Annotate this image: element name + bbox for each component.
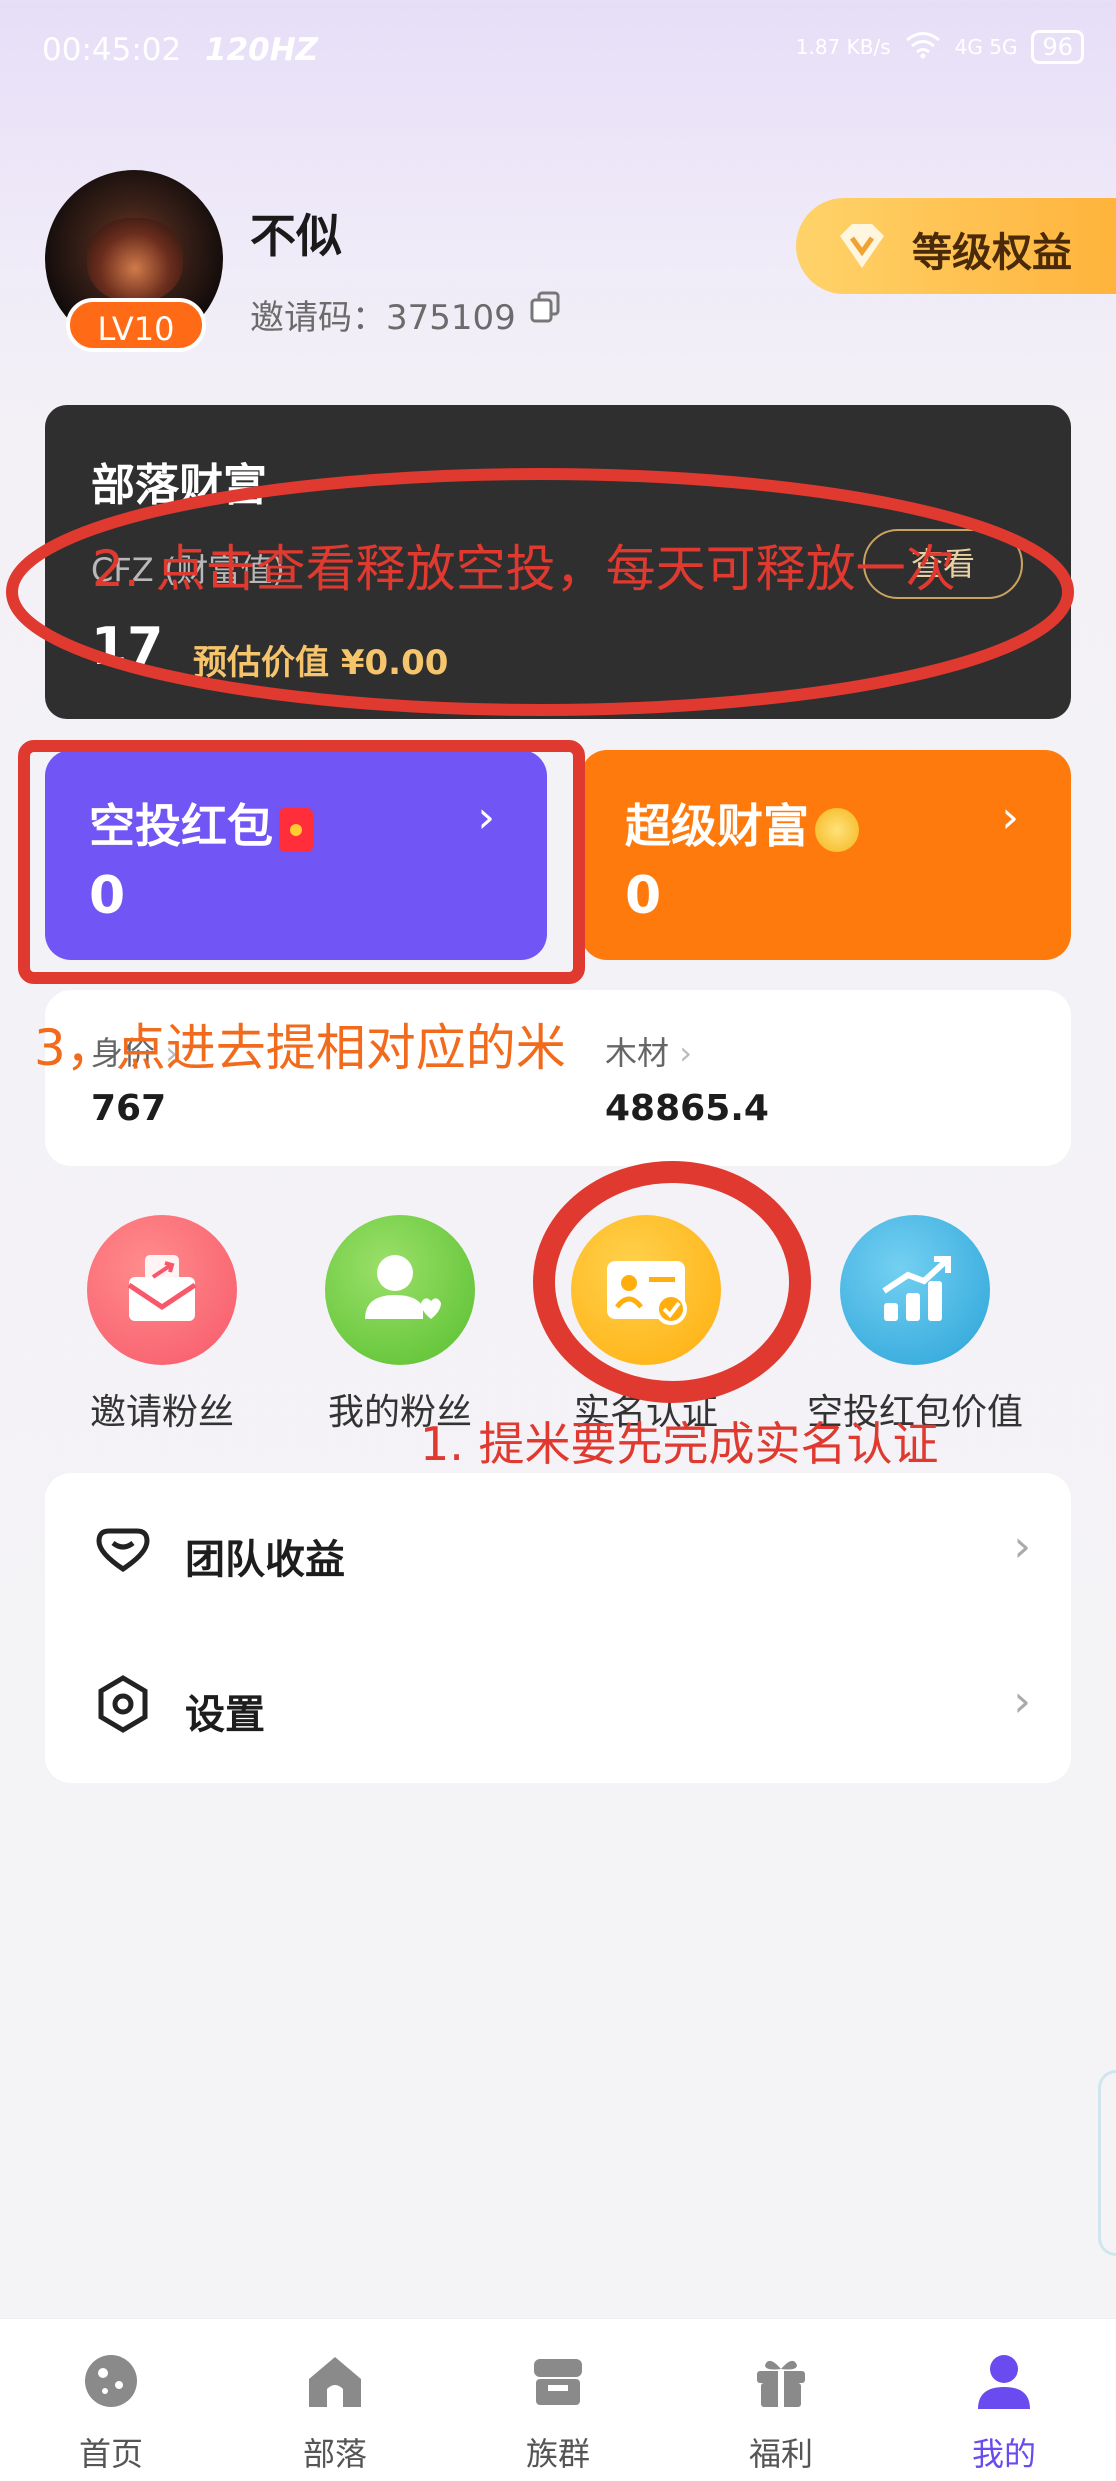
annotation-note-1: 1. 提米要先完成实名认证 xyxy=(420,1417,939,1471)
tab-home[interactable]: 首页 xyxy=(36,2349,186,2475)
annotation-circle-realname xyxy=(533,1161,811,1403)
tab-label: 首页 xyxy=(78,2435,143,2473)
tab-label: 部落 xyxy=(302,2435,367,2473)
user-icon xyxy=(978,2355,1030,2409)
home-planet-icon xyxy=(85,2355,137,2407)
annotation-overlay xyxy=(6,468,1074,1403)
gift-icon xyxy=(757,2360,805,2407)
annotation-note-2: 2. 点击查看释放空投，每天可释放一次 xyxy=(92,540,956,598)
house-icon xyxy=(309,2357,361,2407)
tab-tribe[interactable]: 部落 xyxy=(260,2349,410,2475)
tab-group[interactable]: 族群 xyxy=(483,2349,633,2475)
tab-welfare[interactable]: 福利 xyxy=(706,2349,856,2475)
tab-mine[interactable]: 我的 xyxy=(929,2349,1079,2475)
tab-label: 族群 xyxy=(525,2435,590,2473)
annotation-note-3: 3，点进去提相对应的米 xyxy=(34,1019,566,1077)
annotation-box-airdrop xyxy=(18,740,585,984)
tab-label: 我的 xyxy=(971,2435,1036,2473)
bottom-tab-bar: 首页 部落 族群 福利 我的 xyxy=(0,2318,1116,2481)
tab-label: 福利 xyxy=(748,2435,813,2473)
store-icon xyxy=(534,2359,582,2405)
